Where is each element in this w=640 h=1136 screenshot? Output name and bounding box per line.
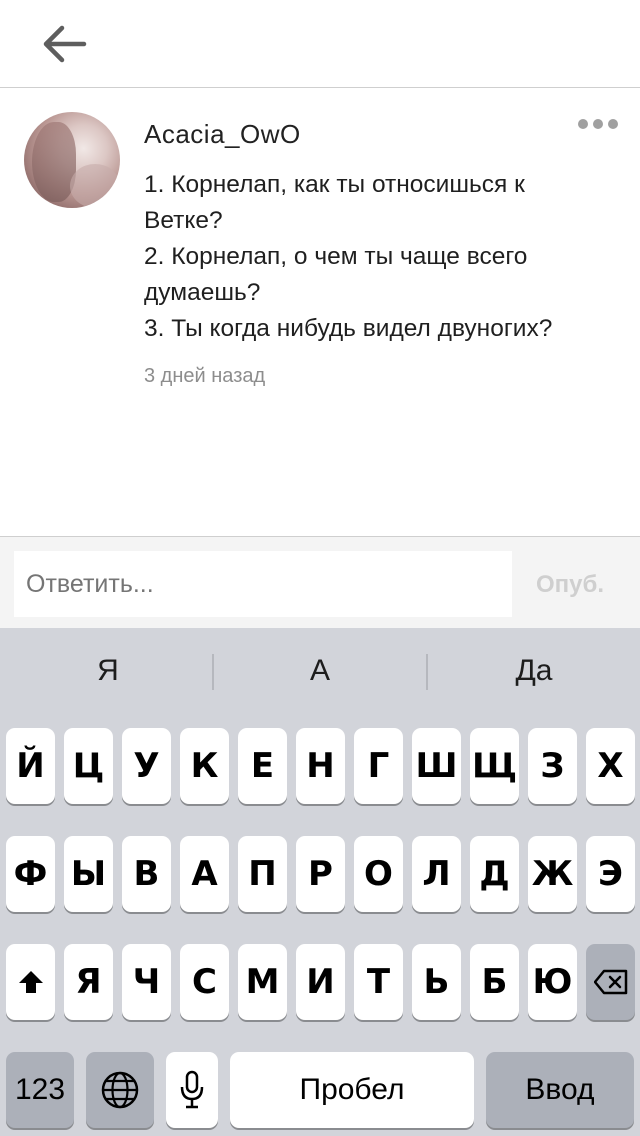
key[interactable]: Ь: [412, 944, 461, 1020]
key[interactable]: Д: [470, 836, 519, 912]
suggestion-bar: Я А Да: [0, 628, 640, 716]
return-key[interactable]: Ввод: [486, 1052, 634, 1128]
arrow-left-icon[interactable]: [40, 22, 88, 66]
globe-key[interactable]: [86, 1052, 154, 1128]
key[interactable]: Ы: [64, 836, 113, 912]
comment-line: 3. Ты когда нибудь видел двуногих?: [144, 315, 553, 342]
key[interactable]: Г: [354, 728, 403, 804]
key[interactable]: Ю: [528, 944, 577, 1020]
globe-icon: [101, 1071, 139, 1109]
shift-key[interactable]: [6, 944, 55, 1020]
key[interactable]: О: [354, 836, 403, 912]
key[interactable]: Ж: [528, 836, 577, 912]
key[interactable]: В: [122, 836, 171, 912]
key[interactable]: И: [296, 944, 345, 1020]
key[interactable]: Б: [470, 944, 519, 1020]
suggestion-item[interactable]: Я: [8, 654, 208, 688]
key[interactable]: Ф: [6, 836, 55, 912]
key[interactable]: Щ: [470, 728, 519, 804]
top-bar: [0, 0, 640, 88]
key[interactable]: Т: [354, 944, 403, 1020]
comment-username[interactable]: Acacia_OwO: [144, 119, 301, 150]
key[interactable]: П: [238, 836, 287, 912]
shift-icon: [18, 971, 43, 993]
key[interactable]: Ч: [122, 944, 171, 1020]
comment-line: 1. Корнелап, как ты относишься к: [144, 171, 525, 198]
backspace-icon: [593, 969, 627, 995]
key[interactable]: Л: [412, 836, 461, 912]
key[interactable]: Э: [586, 836, 635, 912]
key[interactable]: Й: [6, 728, 55, 804]
comment-text: 1. Корнелап, как ты относишься к Ветке? …: [144, 167, 624, 347]
key[interactable]: З: [528, 728, 577, 804]
key[interactable]: Х: [586, 728, 635, 804]
suggestion-item[interactable]: А: [220, 654, 420, 688]
suggestion-item[interactable]: Да: [434, 654, 634, 688]
key[interactable]: Н: [296, 728, 345, 804]
key[interactable]: С: [180, 944, 229, 1020]
comment-line: Ветке?: [144, 207, 223, 234]
comment-line: думаешь?: [144, 279, 261, 306]
backspace-key[interactable]: [586, 944, 635, 1020]
key[interactable]: Р: [296, 836, 345, 912]
numbers-key[interactable]: 123: [6, 1052, 74, 1128]
key[interactable]: Е: [238, 728, 287, 804]
keyboard: Я А Да Й Ц У К Е Н Г Ш Щ З Х Ф Ы В А П Р…: [0, 628, 640, 1136]
space-key[interactable]: Пробел: [230, 1052, 474, 1128]
key[interactable]: Ц: [64, 728, 113, 804]
comment-timestamp: 3 дней назад: [144, 365, 266, 387]
key[interactable]: А: [180, 836, 229, 912]
reply-input[interactable]: [14, 551, 512, 617]
key[interactable]: Я: [64, 944, 113, 1020]
reply-bar: Опуб.: [0, 536, 640, 628]
comment-line: 2. Корнелап, о чем ты чаще всего: [144, 243, 528, 270]
comment-card: Acacia_OwO 1. Корнелап, как ты относишьс…: [0, 89, 640, 536]
microphone-icon: [180, 1070, 204, 1109]
key[interactable]: М: [238, 944, 287, 1020]
key[interactable]: У: [122, 728, 171, 804]
microphone-key[interactable]: [166, 1052, 218, 1128]
publish-button[interactable]: Опуб.: [536, 571, 604, 599]
avatar[interactable]: [24, 112, 120, 208]
key[interactable]: К: [180, 728, 229, 804]
more-horizontal-icon[interactable]: [578, 119, 618, 131]
key[interactable]: Ш: [412, 728, 461, 804]
